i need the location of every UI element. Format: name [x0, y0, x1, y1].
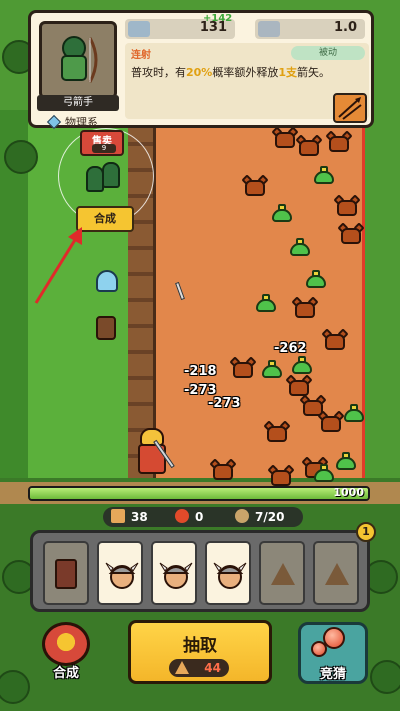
population-icon [235, 509, 249, 523]
gem-count: 0 [195, 510, 204, 524]
unit-info-card: 弓箭手 物理系 131 +142 1.0 连射 被动 普攻时，有20%概率额外释… [28, 10, 374, 130]
viking-card-icon [105, 562, 139, 589]
skill-name: 连射 [131, 50, 151, 61]
skill-desc-count: 1支 [278, 66, 297, 79]
coin-resource: 38 [111, 509, 148, 524]
enemy-slime [314, 464, 334, 482]
attack-speed-value: 1.0 [333, 20, 357, 35]
enemy-beast [229, 356, 257, 380]
enemy-beast [241, 174, 269, 198]
card-slot-rune[interactable] [43, 541, 89, 605]
enemy-slime [314, 166, 334, 184]
hero-knight[interactable] [132, 428, 175, 480]
skill-type-badge: 被动 [291, 46, 365, 60]
enemy-beast [271, 126, 299, 150]
gem-resource: 0 [175, 509, 203, 524]
coin-icon [175, 661, 189, 674]
warrior-unit[interactable] [96, 312, 116, 340]
coin-count: 38 [131, 510, 148, 524]
unit-name: 弓箭手 [37, 95, 119, 111]
unit-type-row: 物理系 [46, 114, 98, 130]
draw-cost: 44 [169, 659, 229, 677]
card-slot-viking[interactable] [205, 541, 251, 605]
enemy-slime [262, 360, 282, 378]
enemy-beast [333, 194, 361, 218]
archer-portrait-icon [61, 36, 98, 83]
skill-desc-chance: 20% [186, 66, 213, 79]
attack-bonus: +142 [203, 13, 233, 24]
card-slot-empty[interactable] [259, 541, 305, 605]
enemy-slime [336, 452, 356, 470]
tray-badge: 1 [356, 522, 376, 542]
card-tray [30, 530, 370, 612]
multi-arrow-skill-icon [333, 93, 367, 123]
tutorial-arrow-icon [34, 227, 82, 304]
unit-type: 物理系 [65, 116, 98, 129]
rune-card-icon [55, 559, 77, 589]
ice-mage-unit[interactable] [96, 264, 118, 292]
merge-button[interactable]: 合成 [32, 622, 100, 684]
sell-value: 9 [92, 144, 116, 153]
guess-label: 竞猜 [319, 667, 346, 682]
sell-button[interactable]: 售卖 9 [80, 130, 124, 156]
tree [370, 660, 400, 694]
enemy-slime [306, 270, 326, 288]
damage-number: -262 [274, 341, 307, 356]
enemy-slime [290, 238, 310, 256]
draw-button[interactable]: 抽取 44 [128, 620, 272, 684]
tree [4, 140, 38, 174]
skill-desc-text: 箭矢。 [297, 66, 330, 79]
damage-number: -273 [208, 396, 241, 411]
enemy-beast [291, 296, 319, 320]
enemy-beast [337, 222, 365, 246]
draw-label: 抽取 [183, 636, 217, 656]
viking-card-icon [213, 562, 247, 589]
enemy-beast [321, 328, 349, 352]
unit-portrait [39, 21, 117, 99]
population-count: 7/20 [255, 510, 285, 524]
enemy-slime [344, 404, 364, 422]
enemy-slime [292, 356, 312, 374]
sword-icon [128, 21, 150, 37]
enemy-beast [295, 134, 323, 158]
enemy-beast [263, 420, 291, 444]
base-hp-value: 1000 [333, 486, 364, 499]
merge-label: 合成 [52, 666, 79, 681]
grass-right [365, 110, 400, 490]
population-resource: 7/20 [235, 509, 284, 524]
card-slot-viking[interactable] [151, 541, 197, 605]
enemy-beast [317, 410, 345, 434]
damage-number: -218 [184, 364, 217, 379]
card-slot-viking[interactable] [97, 541, 143, 605]
enemy-slime [272, 204, 292, 222]
draw-cost-value: 44 [204, 661, 221, 675]
base-hp-fill [30, 488, 368, 499]
viking-card-icon [159, 562, 193, 589]
enemy-beast [285, 374, 313, 398]
wing-icon [258, 21, 280, 37]
skill-desc-text: 普攻时，有 [131, 66, 186, 79]
gem-icon [311, 641, 327, 657]
merge-emblem-icon [42, 622, 90, 666]
enemy-beast [209, 458, 237, 482]
empty-slot-icon [325, 563, 349, 585]
gem-icon [175, 509, 189, 523]
base-hp-bar: 1000 [28, 486, 370, 501]
guess-button[interactable]: 竞猜 [298, 622, 368, 684]
attack-speed-stat: 1.0 [255, 19, 365, 39]
card-slot-empty[interactable] [313, 541, 359, 605]
skill-description: 普攻时，有20%概率额外释放1支箭矢。 [131, 64, 330, 80]
coin-icon [111, 509, 125, 523]
physical-type-icon [46, 114, 62, 130]
enemy-slime [256, 294, 276, 312]
enemy-beast [267, 464, 295, 488]
enemy-beast [325, 130, 353, 154]
empty-slot-icon [271, 563, 295, 585]
skill-desc-text: 概率额外释放 [212, 66, 279, 79]
resource-bar: 38 0 7/20 [103, 507, 303, 527]
